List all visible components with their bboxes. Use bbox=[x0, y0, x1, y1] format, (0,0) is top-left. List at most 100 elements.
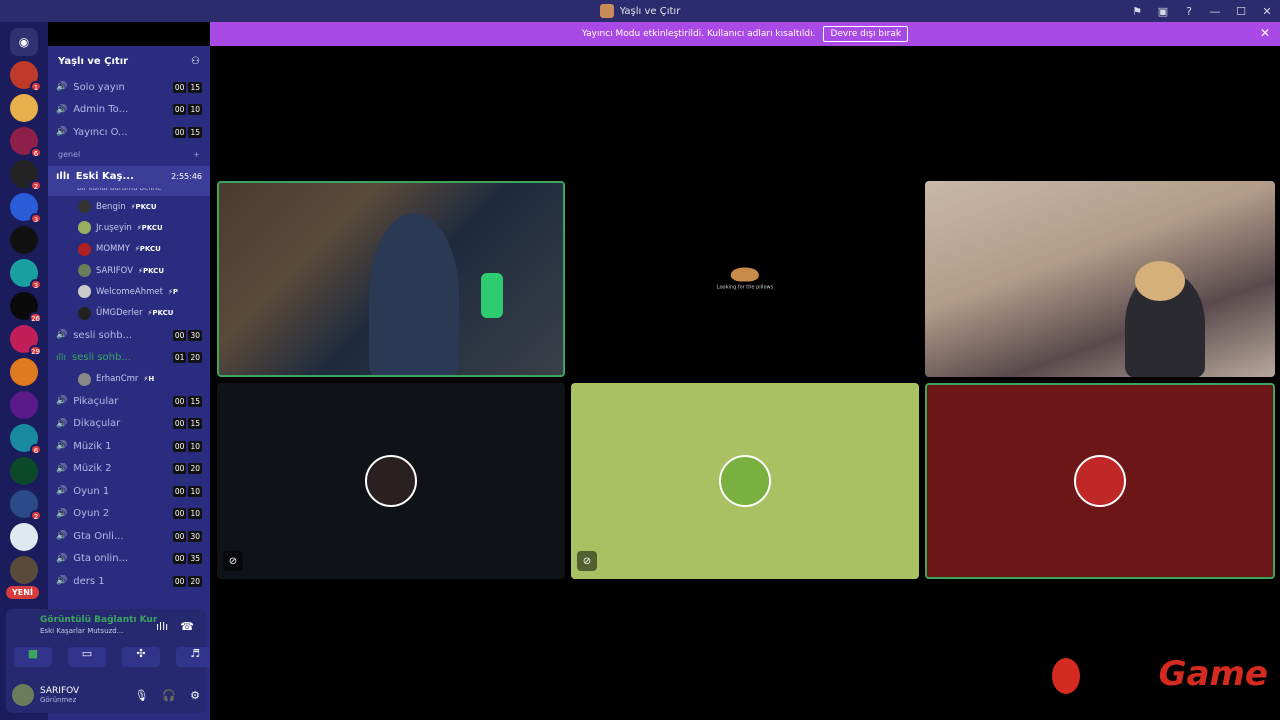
video-tile-loading[interactable]: Looking for the pillows bbox=[571, 181, 919, 377]
voice-member[interactable]: Jr.uşeyin ⚡PKCU bbox=[48, 217, 210, 238]
speaker-icon: 🔊 bbox=[56, 330, 68, 341]
server-icon[interactable]: 6 bbox=[10, 127, 42, 158]
voice-channel[interactable]: 🔊 Müzik 1 00 10 bbox=[48, 435, 210, 458]
server-icon[interactable]: 1 bbox=[10, 61, 42, 92]
minimize-icon[interactable]: — bbox=[1202, 5, 1228, 18]
channel-name: Yayıncı Ö... bbox=[73, 126, 128, 138]
voice-member[interactable]: MOMMY ⚡PKCU bbox=[48, 239, 210, 260]
loading-indicator: Looking for the pillows bbox=[717, 267, 773, 291]
unread-badge: 26 bbox=[29, 312, 42, 323]
speaker-icon: 🔊 bbox=[56, 463, 68, 474]
server-icon[interactable] bbox=[10, 457, 38, 485]
category-genel[interactable]: genel + bbox=[48, 144, 210, 166]
channel-name: Oyun 2 bbox=[73, 508, 110, 520]
add-member-icon[interactable]: ⚇ bbox=[191, 56, 200, 67]
avatar-tile-1[interactable]: ⊘ bbox=[217, 383, 565, 579]
voice-member[interactable]: WelcomeAhmet ⚡P bbox=[48, 281, 210, 302]
disconnect-icon[interactable]: ☎ bbox=[180, 620, 194, 633]
banner-text: Yayıncı Modu etkinleştirildi. Kullanıcı … bbox=[581, 29, 816, 39]
server-icon[interactable]: 2 bbox=[10, 160, 42, 191]
user-limit-count: 35 bbox=[188, 553, 202, 565]
user-count: 00 bbox=[172, 104, 187, 116]
avatar-tile-2[interactable]: ⊘ bbox=[571, 383, 919, 579]
voice-member[interactable]: Bengin ⚡PKCU bbox=[48, 196, 210, 217]
video-tile-webcam-2[interactable] bbox=[925, 181, 1275, 377]
discord-home-icon[interactable]: ◉ bbox=[10, 28, 38, 56]
voice-channel[interactable]: 🔊 Gta Onli... 00 30 bbox=[48, 525, 210, 548]
settings-gear-icon[interactable]: ⚙ bbox=[190, 689, 200, 702]
add-channel-icon[interactable]: + bbox=[193, 150, 200, 159]
avatar-tile-3[interactable] bbox=[925, 383, 1275, 579]
voice-channel[interactable]: 🔊 Admin To... 00 10 bbox=[48, 99, 210, 122]
help-icon[interactable]: ? bbox=[1176, 5, 1202, 18]
activities-icon[interactable]: ✣ bbox=[122, 647, 160, 667]
user-count: 00 bbox=[172, 553, 187, 565]
channel-name: Müzik 2 bbox=[73, 463, 112, 475]
voice-channel[interactable]: 🔊 Gta onlin... 00 35 bbox=[48, 548, 210, 571]
server-icon[interactable] bbox=[10, 391, 38, 419]
server-icon[interactable]: 6 bbox=[10, 424, 42, 455]
server-icon[interactable]: 26 bbox=[10, 292, 42, 323]
voice-action-buttons: ■ ▭ ✣ ♬ bbox=[14, 647, 214, 667]
soundboard-icon[interactable]: ♬ bbox=[176, 647, 214, 667]
user-count: 00 bbox=[172, 329, 187, 341]
headphones-icon[interactable]: 🎧 bbox=[162, 689, 176, 702]
user-limit-count: 10 bbox=[188, 485, 202, 497]
server-icon[interactable]: 3 bbox=[10, 259, 42, 290]
voice-member[interactable]: ÜMGDerler ⚡PKCU bbox=[48, 302, 210, 323]
voice-channel[interactable]: 🔊 Müzik 2 00 20 bbox=[48, 458, 210, 481]
banner-close-icon[interactable]: ✕ bbox=[1260, 26, 1270, 40]
unread-badge: 29 bbox=[29, 345, 42, 356]
voice-member[interactable]: SARIFOV ⚡PKCU bbox=[48, 260, 210, 281]
member-name: SARIFOV bbox=[96, 265, 134, 276]
speaker-icon: 🔊 bbox=[56, 418, 68, 429]
voice-member[interactable]: ErhanCmr ⚡H bbox=[48, 369, 210, 390]
voice-channel[interactable]: 🔊 Dikaçular 00 15 bbox=[48, 413, 210, 436]
microphone-icon[interactable]: 🎙 bbox=[134, 689, 148, 702]
server-icon[interactable] bbox=[10, 523, 38, 551]
channel-name: Solo yayın bbox=[73, 81, 125, 93]
inbox-icon[interactable]: ▣ bbox=[1150, 5, 1176, 18]
voice-channel[interactable]: 🔊 Oyun 2 00 10 bbox=[48, 503, 210, 526]
server-icon[interactable] bbox=[10, 556, 38, 584]
watermark-logo-mark bbox=[1052, 658, 1080, 694]
server-icon[interactable]: 29 bbox=[10, 325, 42, 356]
username: SARIFOV bbox=[40, 686, 80, 696]
title-bar: Yaşlı ve Çıtır ⚑ ▣ ? — ☐ ✕ bbox=[0, 0, 1280, 22]
voice-channel[interactable]: 🔊 Pikaçular 00 15 bbox=[48, 390, 210, 413]
close-icon[interactable]: ✕ bbox=[1254, 5, 1280, 18]
voice-channel[interactable]: 🔊 ders 1 00 20 bbox=[48, 570, 210, 593]
voice-channel[interactable]: 🔊 Yayıncı Ö... 00 15 bbox=[48, 121, 210, 144]
server-icon[interactable] bbox=[10, 94, 38, 122]
video-tile-webcam-1[interactable] bbox=[217, 181, 565, 377]
user-count: 00 bbox=[172, 126, 187, 138]
user-count: 00 bbox=[172, 463, 187, 475]
voice-channel[interactable]: 🔊 Oyun 1 00 10 bbox=[48, 480, 210, 503]
user-limit: 00 15 bbox=[172, 395, 202, 407]
flag-icon[interactable]: ⚑ bbox=[1124, 5, 1150, 18]
channel-name: ders 1 bbox=[73, 575, 105, 587]
member-tag: ⚡PKCU bbox=[130, 202, 157, 211]
voice-channel[interactable]: 🔊 Solo yayın 00 15 bbox=[48, 76, 210, 99]
avatar bbox=[78, 264, 91, 278]
user-limit-count: 15 bbox=[188, 126, 202, 138]
camera-icon[interactable]: ■ bbox=[14, 647, 52, 667]
speaker-icon: 🔊 bbox=[56, 576, 68, 587]
voice-channel[interactable]: ıllı sesli sohb... 01 20 bbox=[48, 346, 210, 369]
screen-share-icon[interactable]: ▭ bbox=[68, 647, 106, 667]
server-header[interactable]: Yaşlı ve Çıtır ⚇ bbox=[48, 46, 210, 76]
disable-streamer-mode-button[interactable]: Devre dışı bırak bbox=[823, 26, 909, 42]
maximize-icon[interactable]: ☐ bbox=[1228, 5, 1254, 18]
voice-channel[interactable]: 🔊 sesli sohb... 00 30 bbox=[48, 324, 210, 347]
avatar[interactable] bbox=[12, 684, 34, 706]
server-icon[interactable] bbox=[10, 226, 38, 254]
watermark-logo-text: Game bbox=[1158, 654, 1268, 694]
muted-mic-icon: ⊘ bbox=[223, 551, 243, 571]
server-icon[interactable]: 2 bbox=[10, 490, 42, 521]
noise-suppression-icon[interactable]: ıllı bbox=[156, 620, 168, 633]
server-icon[interactable]: 3 bbox=[10, 193, 42, 224]
member-name: ErhanCmr bbox=[96, 374, 139, 385]
muted-mic-icon: ⊘ bbox=[577, 551, 597, 571]
server-icon[interactable] bbox=[10, 358, 38, 386]
active-voice-channel[interactable]: ıllı Eski Kaş... 2:55:46 bbox=[48, 165, 210, 188]
